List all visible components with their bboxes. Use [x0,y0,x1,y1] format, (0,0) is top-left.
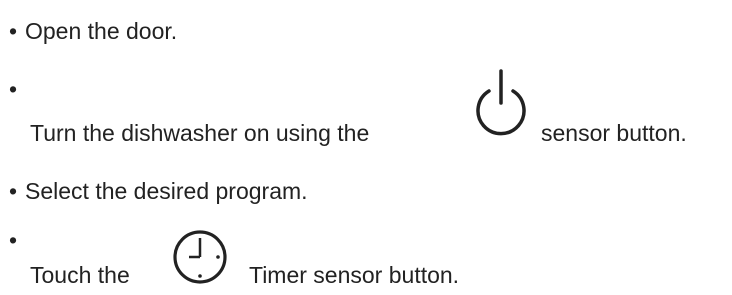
step-3-text: Select the desired program. [25,178,308,204]
step-2-bullet-line: • [9,78,25,101]
bullet: • [9,227,18,253]
step-2-text-after: sensor button. [541,120,687,146]
bullet: • [9,18,18,44]
power-icon [476,69,526,136]
bullet: • [9,178,18,204]
step-4-text-after: Timer sensor button. [249,262,460,288]
step-4-text-before: Touch the [30,262,130,288]
step-2-text-before: Turn the dishwasher on using the [30,120,370,146]
instruction-list: { "steps": [ {"bullet": "•", "text": "Op… [0,0,732,295]
step-1-text: Open the door. [25,18,178,44]
step-1: • Open the door. [9,20,177,43]
step-4-bullet-line: • [9,229,25,252]
bullet: • [9,76,18,102]
clock-icon [173,230,227,284]
step-3: • Select the desired program. [9,180,308,203]
